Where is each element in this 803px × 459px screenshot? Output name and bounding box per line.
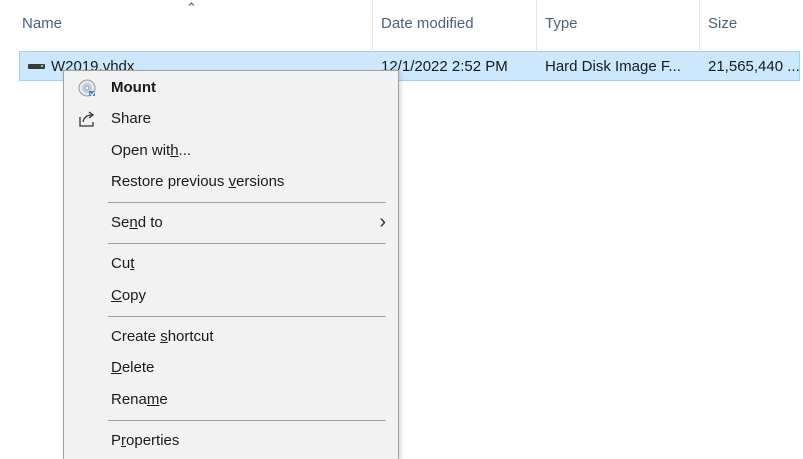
column-header-size[interactable]: Size xyxy=(708,15,737,32)
menu-item-share[interactable]: Share xyxy=(64,104,398,134)
share-icon xyxy=(79,111,95,127)
column-header-type[interactable]: Type xyxy=(545,15,578,32)
file-date-modified: 12/1/2022 2:52 PM xyxy=(381,58,508,75)
context-menu: Mount Share Open with... Restore previou… xyxy=(63,70,399,459)
menu-item-cut[interactable]: Cut xyxy=(64,249,398,279)
menu-separator xyxy=(108,243,386,244)
menu-separator xyxy=(108,316,386,317)
menu-label-send-to: Send to xyxy=(111,214,163,231)
menu-label-open-with: Open with... xyxy=(111,142,192,159)
disc-mount-icon xyxy=(78,79,96,97)
menu-item-send-to[interactable]: Send to › xyxy=(64,208,398,238)
column-header-date-modified[interactable]: Date modified xyxy=(381,15,474,32)
column-divider[interactable] xyxy=(536,0,537,50)
menu-label-create-shortcut: Create shortcut xyxy=(111,328,214,345)
menu-item-restore-previous-versions[interactable]: Restore previous versions xyxy=(64,167,398,197)
menu-label-copy: Copy xyxy=(111,287,147,304)
menu-item-open-with[interactable]: Open with... xyxy=(64,136,398,166)
menu-item-mount[interactable]: Mount xyxy=(64,73,398,103)
menu-item-copy[interactable]: Copy xyxy=(64,281,398,311)
menu-item-create-shortcut[interactable]: Create shortcut xyxy=(64,322,398,352)
menu-label-cut: Cut xyxy=(111,255,135,272)
menu-label-rename: Rename xyxy=(111,391,168,408)
menu-label-delete: Delete xyxy=(111,359,155,376)
sort-ascending-icon[interactable]: ⌃ xyxy=(186,0,197,16)
menu-label-properties: Properties xyxy=(111,432,180,449)
menu-separator xyxy=(108,420,386,421)
menu-label-mount: Mount xyxy=(111,79,156,96)
column-divider[interactable] xyxy=(372,0,373,50)
hard-disk-image-icon xyxy=(28,64,45,69)
menu-item-delete[interactable]: Delete xyxy=(64,353,398,383)
menu-separator xyxy=(108,202,386,203)
menu-label-share: Share xyxy=(111,110,152,127)
menu-item-rename[interactable]: Rename xyxy=(64,385,398,415)
column-header-name[interactable]: Name xyxy=(22,15,62,32)
file-type: Hard Disk Image F... xyxy=(545,58,681,75)
column-header-row: ⌃ Name Date modified Type Size xyxy=(0,0,803,50)
menu-label-restore-previous-versions: Restore previous versions xyxy=(111,173,285,190)
column-divider[interactable] xyxy=(699,0,700,50)
chevron-right-icon: › xyxy=(379,211,386,233)
menu-item-properties[interactable]: Properties xyxy=(64,426,398,456)
file-size: 21,565,440 ... xyxy=(708,58,800,75)
